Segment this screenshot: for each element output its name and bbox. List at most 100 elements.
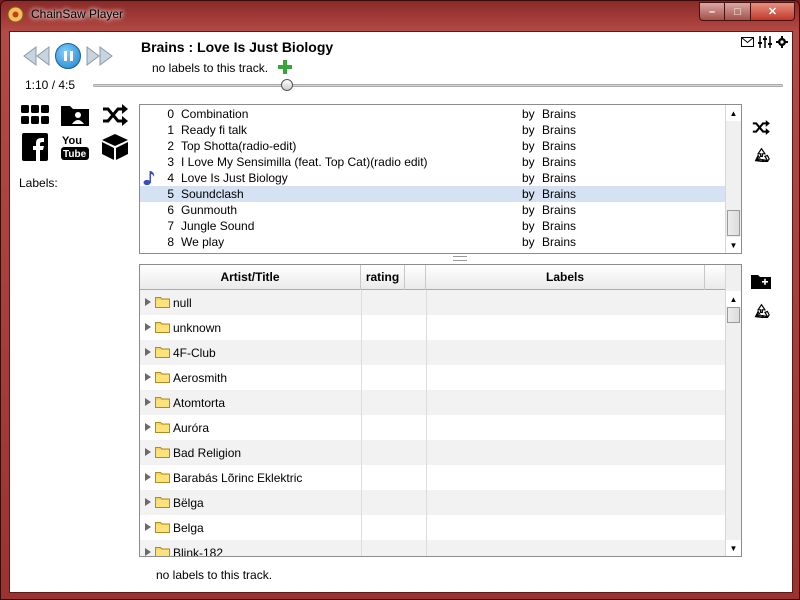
playlist-panel[interactable]: 0 Combination by Brains 1 Ready fi talk by Brai…	[139, 104, 742, 254]
expand-arrow-icon[interactable]	[145, 423, 151, 431]
cell-divider	[361, 365, 362, 390]
library-row[interactable]: null	[140, 290, 726, 315]
add-label-plus-icon[interactable]	[278, 60, 292, 74]
user-folder-button[interactable]	[59, 101, 91, 129]
library-row[interactable]: Bëlga	[140, 490, 726, 515]
library-row[interactable]: Belga	[140, 515, 726, 540]
playlist-scrollbar[interactable]: ▲ ▼	[725, 105, 741, 253]
cell-divider	[426, 540, 427, 556]
playlist-row-number: 4	[167, 171, 174, 185]
grid-view-button[interactable]	[19, 101, 51, 129]
recycle-library-button[interactable]	[751, 302, 771, 320]
scroll-up-button[interactable]: ▲	[726, 105, 741, 121]
shuffle-button[interactable]	[751, 118, 771, 136]
cell-divider	[361, 540, 362, 556]
package-button[interactable]	[99, 133, 131, 161]
library-row-name: unknown	[173, 321, 222, 335]
seek-handle[interactable]	[280, 79, 293, 91]
add-folder-button[interactable]	[751, 272, 771, 290]
seek-slider[interactable]	[93, 79, 783, 91]
library-row[interactable]: Auróra	[140, 415, 726, 440]
library-row[interactable]: Barabás Lõrinc Eklektric	[140, 465, 726, 490]
playlist-row-number: 6	[167, 203, 174, 217]
playlist-row-number: 0	[167, 107, 174, 121]
playlist-row-number: 3	[167, 155, 174, 169]
cell-divider	[426, 340, 427, 365]
playlist-row[interactable]: 0 Combination by Brains	[140, 106, 726, 122]
title-bar[interactable]: ChainSaw Player – □ ✕	[1, 1, 800, 29]
folder-add-icon	[751, 275, 771, 289]
window-controls: – □ ✕	[699, 2, 795, 21]
library-row-name: Aerosmith	[173, 371, 228, 385]
expand-arrow-icon[interactable]	[145, 298, 151, 306]
library-row[interactable]: 4F-Club	[140, 340, 726, 365]
playlist-row[interactable]: 5 Soundclash by Brains	[140, 186, 726, 202]
expand-arrow-icon[interactable]	[145, 448, 151, 456]
playlist-row-title: Blood Pressure	[181, 250, 263, 253]
library-scroll-thumb[interactable]	[727, 307, 740, 323]
playlist-row[interactable]: 7 Jungle Sound by Brains	[140, 218, 726, 234]
panel-splitter[interactable]	[453, 256, 467, 261]
library-row[interactable]: Blink-182	[140, 540, 726, 556]
expand-arrow-icon[interactable]	[145, 348, 151, 356]
library-row[interactable]: Bad Religion	[140, 440, 726, 465]
cell-divider	[361, 290, 362, 315]
folder-icon	[155, 372, 170, 383]
library-scrollbar[interactable]: ▲ ▼	[725, 265, 741, 556]
column-header-labels[interactable]: Labels	[426, 265, 705, 290]
library-row-name: Belga	[173, 521, 204, 535]
playlist-row-title: Combination	[181, 107, 249, 121]
scroll-down-button[interactable]: ▼	[726, 237, 741, 253]
cell-divider	[426, 465, 427, 490]
next-button[interactable]	[84, 41, 114, 71]
library-row[interactable]: Atomtorta	[140, 390, 726, 415]
close-button[interactable]: ✕	[751, 2, 795, 21]
facebook-button[interactable]	[19, 133, 51, 161]
playlist-row[interactable]: 8 We play by Brains	[140, 234, 726, 250]
expand-arrow-icon[interactable]	[145, 473, 151, 481]
maximize-button[interactable]: □	[725, 2, 751, 21]
minimize-button[interactable]: –	[699, 2, 725, 21]
expand-arrow-icon[interactable]	[145, 523, 151, 531]
column-header-rating[interactable]: rating	[361, 265, 405, 290]
playlist-row-by: by	[522, 171, 535, 185]
library-row[interactable]: unknown	[140, 315, 726, 340]
app-logo-icon	[7, 6, 24, 23]
playlist-row[interactable]: 4 Love Is Just Biology by Brains	[140, 170, 726, 186]
playlist-row[interactable]: 3 I Love My Sensimilla (feat. Top Cat)(ra…	[140, 154, 726, 170]
expand-arrow-icon[interactable]	[145, 498, 151, 506]
fast-forward-icon	[86, 46, 113, 66]
folder-icon	[155, 472, 170, 483]
library-scroll-up-button[interactable]: ▲	[726, 291, 741, 307]
expand-arrow-icon[interactable]	[145, 323, 151, 331]
svg-text:Tube: Tube	[63, 149, 87, 160]
cell-divider	[426, 415, 427, 440]
column-header-artist-title[interactable]: Artist/Title	[140, 265, 361, 290]
folder-icon	[155, 422, 170, 433]
pause-button[interactable]	[55, 43, 81, 69]
cell-divider	[426, 365, 427, 390]
shuffle-button-left[interactable]	[99, 101, 131, 129]
equalizer-icon[interactable]	[758, 36, 772, 48]
mail-icon[interactable]	[741, 37, 754, 47]
playlist-row[interactable]: 2 Top Shotta(radio-edit) by Brains	[140, 138, 726, 154]
library-scroll-down-button[interactable]: ▼	[726, 540, 741, 556]
column-header-end	[705, 265, 726, 290]
expand-arrow-icon[interactable]	[145, 398, 151, 406]
previous-button[interactable]	[22, 41, 52, 71]
library-row-name: null	[173, 296, 192, 310]
cell-divider	[426, 515, 427, 540]
grid-icon	[21, 105, 49, 124]
library-table[interactable]: Artist/Title rating Labels null unknown 4F…	[139, 264, 742, 557]
recycle-playlist-button[interactable]	[751, 146, 771, 164]
playlist-row-title: Ready fi talk	[181, 123, 248, 137]
playlist-row[interactable]: 6 Gunmouth by Brains	[140, 202, 726, 218]
expand-arrow-icon[interactable]	[145, 548, 151, 556]
playlist-row[interactable]: 9 Blood Pressure by Brains	[140, 250, 726, 253]
youtube-button[interactable]: You Tube	[59, 133, 91, 161]
gear-icon[interactable]	[776, 36, 788, 48]
library-row[interactable]: Aerosmith	[140, 365, 726, 390]
scroll-thumb[interactable]	[727, 210, 740, 236]
playlist-row[interactable]: 1 Ready fi talk by Brains	[140, 122, 726, 138]
expand-arrow-icon[interactable]	[145, 373, 151, 381]
